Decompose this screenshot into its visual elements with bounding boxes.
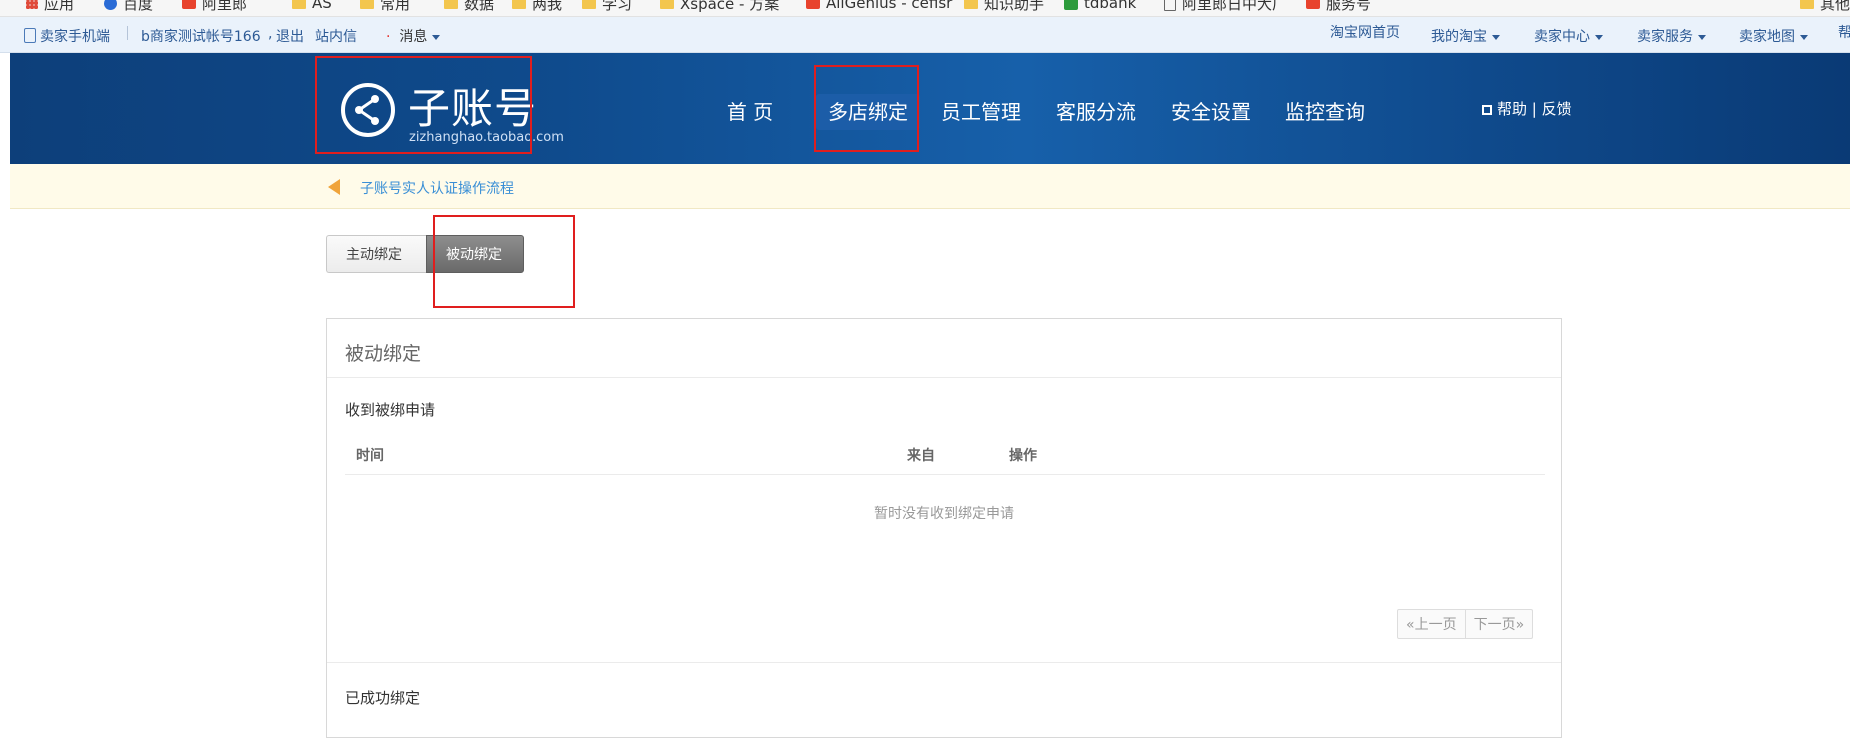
- received-requests-title: 收到被绑申请: [345, 401, 436, 419]
- folder-icon: [444, 0, 458, 9]
- column-from: 来自: [907, 448, 935, 464]
- notice-bar: 子账号实人认证操作流程: [10, 164, 1850, 209]
- bookmark-data[interactable]: 数据: [444, 0, 494, 13]
- next-page-button[interactable]: 下一页»: [1465, 609, 1534, 639]
- seller-service-menu[interactable]: 卖家服务: [1637, 26, 1706, 46]
- alilang-icon: [182, 0, 196, 9]
- seller-center-menu[interactable]: 卖家中心: [1534, 26, 1603, 46]
- bookmark-service[interactable]: 服务号: [1306, 0, 1371, 13]
- chevron-down-icon: [1492, 34, 1500, 40]
- bookmark-common[interactable]: 常用: [360, 0, 410, 13]
- bookmark-xspace[interactable]: Xspace - 方案: [660, 0, 779, 13]
- column-action: 操作: [1009, 448, 1037, 464]
- passive-binding-panel: 被动绑定 收到被绑申请 时间 来自 操作 暂时没有收到绑定申请 «上一页 下一页…: [326, 318, 1562, 738]
- bookmark-other[interactable]: 其他: [1800, 0, 1850, 13]
- help-link[interactable]: 帮助: [1497, 100, 1527, 118]
- bookmark-knowledge[interactable]: 知识助手: [964, 0, 1044, 13]
- folder-icon: [292, 0, 306, 9]
- bookmark-apps[interactable]: 应用: [26, 0, 74, 13]
- folder-icon: [360, 0, 374, 9]
- logout-link[interactable]: 退出: [276, 26, 304, 46]
- nav-security-settings[interactable]: 安全设置: [1162, 94, 1260, 130]
- notice-link[interactable]: 子账号实人认证操作流程: [360, 178, 514, 198]
- alilang-icon: [1306, 0, 1320, 9]
- feedback-link[interactable]: 反馈: [1542, 100, 1572, 118]
- table-header-divider: [345, 474, 1545, 475]
- bookmarks-bar: 应用 百度 阿里郎 AS 常用 数据 两我 学习 Xspace - 方案 All…: [0, 0, 1850, 17]
- chevron-down-icon: [1800, 34, 1808, 40]
- bookmark-tdbank[interactable]: tdbank: [1064, 0, 1136, 13]
- bookmark-study[interactable]: 学习: [582, 0, 632, 13]
- apps-grid-icon: [26, 0, 38, 9]
- annotation-box-nav: [814, 65, 919, 152]
- topbar-separator: [127, 25, 128, 41]
- pagination: «上一页 下一页»: [1397, 609, 1534, 639]
- bookmark-alilang[interactable]: 阿里郎: [182, 0, 247, 13]
- chevron-down-icon: [1698, 34, 1706, 40]
- bookmark-alilang-doc[interactable]: 阿里郎日中大厂: [1164, 0, 1287, 13]
- taobao-home-link[interactable]: 淘宝网首页: [1330, 22, 1400, 42]
- baidu-paw-icon: [104, 0, 117, 10]
- site-message-link[interactable]: 站内信: [315, 26, 357, 46]
- messages-menu[interactable]: · 消息: [386, 26, 441, 46]
- nav-monitor-query[interactable]: 监控查询: [1276, 94, 1374, 130]
- site-topbar: 卖家手机端 b商家测试帐号166 , 退出 站内信 · 消息 淘宝网首页 我的淘…: [0, 17, 1850, 53]
- empty-state-text: 暂时没有收到绑定申请: [874, 506, 1014, 522]
- account-comma: ,: [268, 26, 273, 42]
- help-menu-cut[interactable]: 帮: [1838, 22, 1850, 42]
- chevron-down-icon: [432, 34, 441, 40]
- seller-map-menu[interactable]: 卖家地图: [1739, 26, 1808, 46]
- chevron-down-icon: [1595, 34, 1603, 40]
- help-feedback: 帮助 | 反馈: [1482, 98, 1572, 119]
- folder-icon: [660, 0, 674, 9]
- bookmark-allgenius[interactable]: AllGenius - cefisr: [806, 0, 952, 13]
- folder-icon: [582, 0, 596, 9]
- panel-title: 被动绑定: [345, 343, 422, 365]
- column-time: 时间: [356, 448, 384, 464]
- document-icon: [1164, 0, 1176, 11]
- divider: [327, 662, 1561, 663]
- nav-home[interactable]: 首 页: [710, 94, 790, 130]
- my-taobao-menu[interactable]: 我的淘宝: [1431, 26, 1500, 46]
- mobile-seller-link[interactable]: 卖家手机端: [24, 26, 110, 46]
- external-link-icon: [1482, 105, 1492, 115]
- bookmark-baidu[interactable]: 百度: [104, 0, 153, 13]
- bookmark-as[interactable]: AS: [292, 0, 332, 13]
- tab-active-binding[interactable]: 主动绑定: [326, 235, 426, 273]
- prev-page-button[interactable]: «上一页: [1397, 609, 1466, 639]
- unread-dot-icon: ·: [386, 29, 391, 45]
- bookmark-folder[interactable]: 两我: [512, 0, 562, 13]
- phone-icon: [24, 28, 36, 43]
- annotation-box-logo: [315, 56, 532, 154]
- nav-staff-management[interactable]: 员工管理: [932, 94, 1030, 130]
- tdbank-icon: [1064, 0, 1078, 10]
- nav-cs-distribution[interactable]: 客服分流: [1047, 94, 1145, 130]
- folder-icon: [964, 0, 978, 9]
- bound-title: 已成功绑定: [345, 689, 421, 707]
- annotation-box-tab: [433, 215, 575, 308]
- folder-icon: [512, 0, 526, 9]
- speaker-icon: [328, 179, 340, 195]
- folder-icon: [1800, 0, 1814, 9]
- account-name[interactable]: b商家测试帐号166: [141, 26, 261, 46]
- site-header: 子账号 zizhanghao.taobao.com 首 页 多店绑定 员工管理 …: [10, 53, 1850, 164]
- divider: [327, 377, 1561, 378]
- alilang-icon: [806, 0, 820, 9]
- help-divider: |: [1531, 100, 1537, 118]
